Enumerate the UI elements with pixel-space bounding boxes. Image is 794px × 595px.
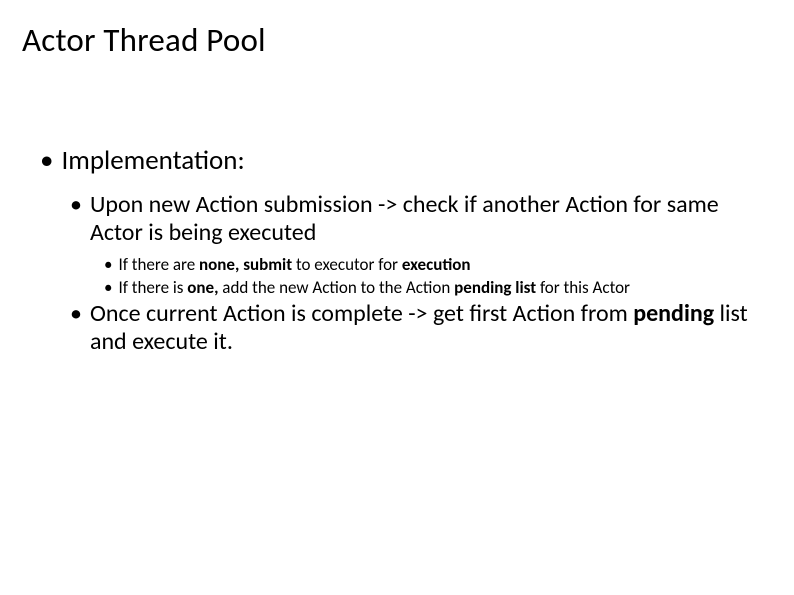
bullet-dot: •: [40, 144, 53, 177]
bullet-text: If there is one, add the new Action to t…: [118, 277, 630, 298]
bullet-text: Upon new Action submission -> check if a…: [90, 191, 772, 248]
bullet-text: If there are none, submit to executor fo…: [118, 254, 470, 275]
bullet-level-3: • If there are none, submit to executor …: [104, 254, 772, 275]
bullet-text: Once current Action is complete -> get f…: [90, 300, 772, 357]
bullet-level-2: • Upon new Action submission -> check if…: [70, 191, 772, 248]
bullet-dot: •: [104, 254, 112, 275]
bullet-level-2: • Once current Action is complete -> get…: [70, 300, 772, 357]
bullet-text: Implementation:: [61, 144, 244, 177]
bullet-dot: •: [70, 191, 82, 219]
bullet-dot: •: [70, 300, 82, 328]
slide-title: Actor Thread Pool: [22, 20, 772, 60]
bullet-level-3: • If there is one, add the new Action to…: [104, 277, 772, 298]
bullet-dot: •: [104, 277, 112, 298]
bullet-level-1: • Implementation:: [40, 144, 772, 177]
